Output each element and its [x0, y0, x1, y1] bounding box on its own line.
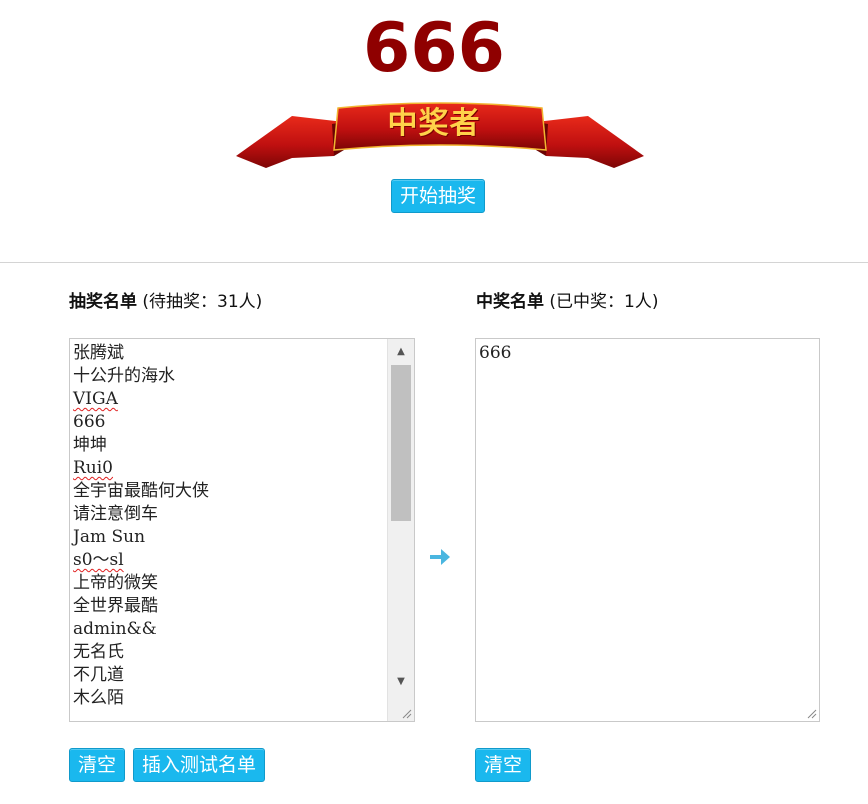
candidates-count: (待抽奖：31人) [142, 292, 263, 312]
candidates-textarea[interactable]: 张腾斌十公升的海水 VIGA 666 坤坤 Rui0 全宇宙最酷何大侠 请注意倒车 Jam S… [69, 338, 415, 722]
scroll-down-icon[interactable]: ▼ [388, 673, 414, 691]
list-item: s0～sl [73, 550, 124, 570]
list-item: admin&& [73, 619, 157, 639]
candidates-scrollbar[interactable]: ▲ ▼ [387, 339, 414, 721]
winners-heading: 中奖名单 (已中奖：1人) [476, 290, 659, 314]
list-item: 坤坤 [73, 435, 107, 455]
list-item: Jam Sun [73, 527, 146, 547]
candidates-list: 张腾斌十公升的海水 VIGA 666 坤坤 Rui0 全宇宙最酷何大侠 请注意倒车 Jam S… [73, 342, 394, 710]
list-item: VIGA [73, 389, 118, 409]
list-item: 上帝的微笑 [73, 573, 158, 593]
list-item: 全宇宙最酷何大侠 [73, 481, 209, 501]
resize-grip-icon[interactable] [805, 707, 817, 719]
list-item: 666 [73, 412, 106, 432]
winners-count: (已中奖：1人) [549, 292, 659, 312]
candidates-heading: 抽奖名单 (待抽奖：31人) [69, 290, 262, 314]
list-item: 张腾斌 [73, 343, 124, 363]
list-item: 请注意倒车 [73, 504, 158, 524]
banner-title: 中奖者 [387, 106, 481, 141]
winners-list: 666 [479, 342, 799, 365]
divider [0, 262, 868, 263]
start-draw-button[interactable]: 开始抽奖 [391, 179, 486, 213]
winners-textarea[interactable]: 666 [475, 338, 820, 722]
list-item: 木么陌 [73, 688, 124, 708]
scroll-thumb[interactable] [391, 365, 411, 521]
insert-test-list-button[interactable]: 插入测试名单 [133, 748, 266, 782]
clear-candidates-button[interactable]: 清空 [69, 748, 126, 782]
list-item: 十公升的海水 [73, 366, 175, 386]
scroll-up-icon[interactable]: ▲ [388, 343, 414, 361]
resize-grip-icon[interactable] [400, 707, 412, 719]
winner-display: 666 [363, 9, 505, 88]
list-item: 不几道 [73, 665, 124, 685]
arrow-right-icon [430, 549, 450, 565]
winners-title: 中奖名单 [476, 292, 544, 312]
list-item: 全世界最酷 [73, 596, 158, 616]
candidates-title: 抽奖名单 [69, 292, 137, 312]
clear-winners-button[interactable]: 清空 [475, 748, 532, 782]
list-item: Rui0 [73, 458, 114, 478]
list-item: 无名氏 [73, 642, 124, 662]
list-item: 666 [479, 343, 512, 363]
